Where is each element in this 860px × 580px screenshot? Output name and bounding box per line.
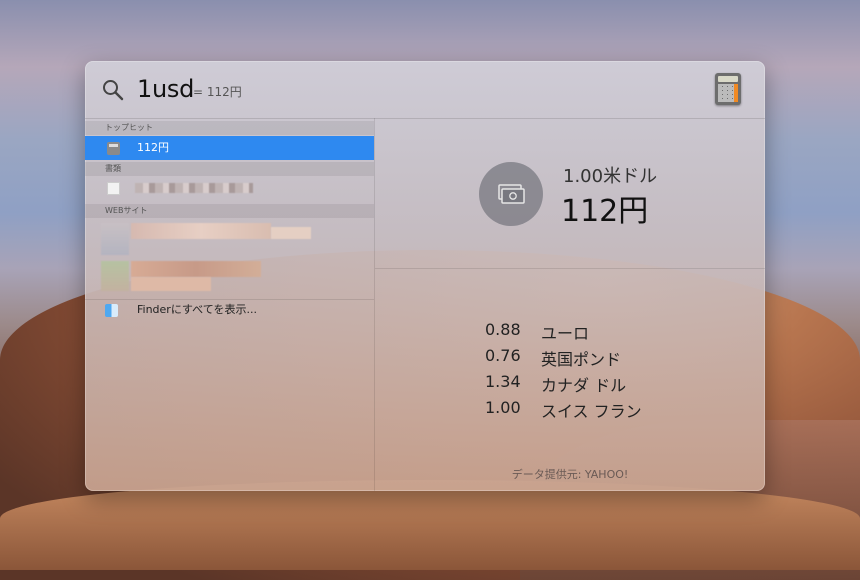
rate-value: 0.76 [485,346,521,365]
redacted-web-icon [101,223,129,255]
web-site-item[interactable] [85,219,374,259]
show-all-in-finder-label: Finderにすべてを表示... [137,303,257,316]
redacted-web-icon [101,261,129,291]
rate-currency: 英国ポンド [541,350,622,369]
rate-value: 0.88 [485,320,521,339]
redacted-web-title [131,223,271,239]
redacted-web-title [131,261,261,277]
calculator-icon [715,73,741,105]
rate-value: 1.34 [485,372,521,391]
preview-divider [375,268,765,269]
rate-currency: ユーロ [541,324,590,343]
web-site-item[interactable] [85,259,374,295]
spotlight-window: 1usd = 112円 トップヒット 112円 書類 WEBサイト Finder… [85,61,765,491]
document-item[interactable] [85,176,374,200]
section-header-web-sites: WEBサイト [85,204,374,218]
redacted-web-title-2 [271,227,311,239]
rate-value: 1.00 [485,398,521,417]
top-hit-item[interactable]: 112円 [85,136,374,160]
show-all-in-finder[interactable]: Finderにすべてを表示... [85,298,374,322]
section-header-top-hit: トップヒット [85,121,374,135]
results-list: トップヒット 112円 書類 WEBサイト Finderにすべてを表示... [85,118,375,491]
conversion-result: 112円 [561,194,649,229]
redacted-document-name [135,183,253,193]
conversion-from: 1.00米ドル [563,166,658,187]
search-query[interactable]: 1usd [137,75,194,103]
money-icon [479,162,543,226]
redacted-web-subtitle [131,277,211,291]
finder-icon [105,304,118,317]
calculator-icon [107,142,120,155]
search-bar[interactable]: 1usd = 112円 [85,61,765,119]
rate-currency: スイス フラン [541,402,642,421]
preview-pane: 1.00米ドル 112円 0.88 ユーロ 0.76 英国ポンド 1.34 カナ… [375,118,765,491]
inline-result: = 112円 [193,85,242,99]
section-header-documents: 書類 [85,162,374,176]
desert-dune-foreground [0,480,860,570]
rate-currency: カナダ ドル [541,376,627,395]
document-icon [107,182,120,195]
data-source-credit: データ提供元: YAHOO! [511,468,629,481]
search-icon [103,80,124,101]
top-hit-label: 112円 [137,141,169,154]
